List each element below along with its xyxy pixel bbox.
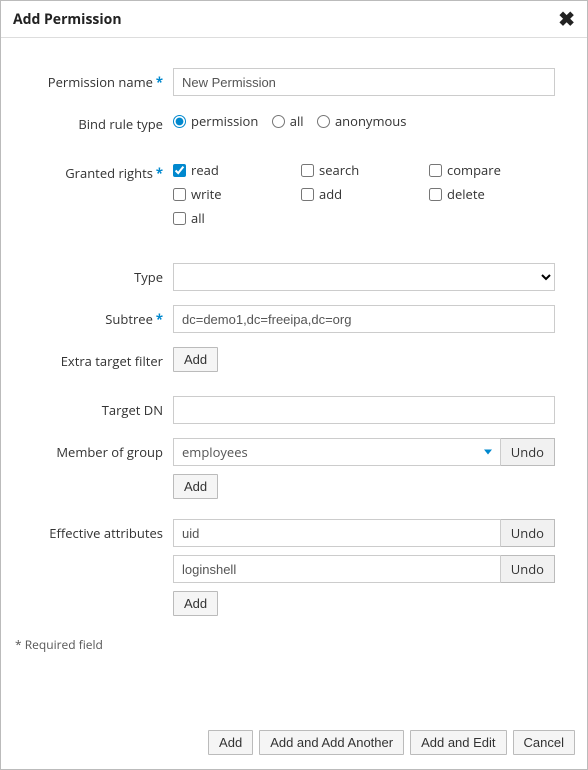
checkbox-read-input[interactable] — [173, 164, 186, 177]
radio-anonymous[interactable]: anonymous — [317, 112, 407, 130]
dialog-body: Permission name* Bind rule type permissi… — [1, 38, 587, 720]
radio-all-label: all — [290, 112, 304, 130]
member-of-group-add-button[interactable]: Add — [173, 474, 218, 499]
subtree-input[interactable] — [173, 305, 555, 333]
checkbox-add-input[interactable] — [301, 188, 314, 201]
checkbox-add-label: add — [319, 185, 342, 203]
row-permission-name: Permission name* — [13, 68, 575, 96]
permission-name-input[interactable] — [173, 68, 555, 96]
target-dn-input[interactable] — [173, 396, 555, 424]
radio-anonymous-label: anonymous — [335, 112, 407, 130]
extra-target-filter-add-button[interactable]: Add — [173, 347, 218, 372]
row-bind-rule-type: Bind rule type permission all anonymous — [13, 110, 575, 133]
row-effective-attributes: Effective attributes Undo Undo Add — [13, 519, 575, 616]
label-granted-rights: Granted rights* — [13, 159, 173, 227]
row-granted-rights: Granted rights* read search compare — [13, 159, 575, 227]
checkbox-write[interactable]: write — [173, 185, 297, 203]
close-icon[interactable]: ✖ — [558, 9, 575, 29]
label-member-of-group: Member of group — [13, 438, 173, 499]
label-permission-name-text: Permission name — [48, 73, 153, 91]
label-bind-rule-type: Bind rule type — [13, 110, 173, 133]
member-of-group-value: employees — [182, 443, 248, 461]
radio-anonymous-input[interactable] — [317, 115, 330, 128]
label-permission-name: Permission name* — [13, 68, 173, 96]
radio-all-input[interactable] — [272, 115, 285, 128]
radio-all[interactable]: all — [272, 112, 304, 130]
checkbox-add[interactable]: add — [301, 185, 425, 203]
type-select[interactable] — [173, 263, 555, 291]
checkbox-compare[interactable]: compare — [429, 161, 553, 179]
effective-attr-undo-0[interactable]: Undo — [501, 519, 555, 547]
label-target-dn: Target DN — [13, 396, 173, 424]
checkbox-read-label: read — [191, 161, 219, 179]
label-subtree-text: Subtree — [105, 310, 153, 328]
checkbox-write-label: write — [191, 185, 222, 203]
cancel-button[interactable]: Cancel — [513, 730, 575, 755]
add-and-edit-button[interactable]: Add and Edit — [410, 730, 506, 755]
label-type: Type — [13, 263, 173, 291]
checkbox-search-label: search — [319, 161, 359, 179]
effective-attr-undo-1[interactable]: Undo — [501, 555, 555, 583]
row-type: Type — [13, 263, 575, 291]
radio-permission[interactable]: permission — [173, 112, 258, 130]
label-effective-attributes: Effective attributes — [13, 519, 173, 616]
member-of-group-combo[interactable]: employees — [173, 438, 501, 466]
add-permission-dialog: Add Permission ✖ Permission name* Bind r… — [0, 0, 588, 770]
checkbox-read[interactable]: read — [173, 161, 297, 179]
checkbox-search[interactable]: search — [301, 161, 425, 179]
add-button[interactable]: Add — [208, 730, 253, 755]
radio-permission-input[interactable] — [173, 115, 186, 128]
effective-attr-add-button[interactable]: Add — [173, 591, 218, 616]
checkbox-delete[interactable]: delete — [429, 185, 553, 203]
checkbox-write-input[interactable] — [173, 188, 186, 201]
label-granted-rights-text: Granted rights — [65, 164, 153, 182]
dialog-header: Add Permission ✖ — [1, 1, 587, 38]
checkbox-all-input[interactable] — [173, 212, 186, 225]
label-subtree: Subtree* — [13, 305, 173, 333]
dialog-title: Add Permission — [13, 10, 122, 29]
row-member-of-group: Member of group employees Undo Add — [13, 438, 575, 499]
required-marker: * — [156, 310, 163, 328]
checkbox-search-input[interactable] — [301, 164, 314, 177]
member-of-group-undo-button[interactable]: Undo — [501, 438, 555, 466]
label-extra-target-filter: Extra target filter — [13, 347, 173, 372]
checkbox-compare-input[interactable] — [429, 164, 442, 177]
chevron-down-icon — [484, 450, 492, 455]
effective-attr-input-0[interactable] — [173, 519, 501, 547]
radio-permission-label: permission — [191, 112, 258, 130]
checkbox-delete-input[interactable] — [429, 188, 442, 201]
checkbox-compare-label: compare — [447, 161, 501, 179]
checkbox-delete-label: delete — [447, 185, 485, 203]
checkbox-all-label: all — [191, 209, 205, 227]
effective-attr-input-1[interactable] — [173, 555, 501, 583]
dialog-footer: Add Add and Add Another Add and Edit Can… — [1, 720, 587, 769]
row-extra-target-filter: Extra target filter Add — [13, 347, 575, 372]
checkbox-all[interactable]: all — [173, 209, 297, 227]
required-field-note: * Required field — [13, 630, 575, 659]
row-target-dn: Target DN — [13, 396, 575, 424]
row-subtree: Subtree* — [13, 305, 575, 333]
add-and-add-another-button[interactable]: Add and Add Another — [259, 730, 404, 755]
required-marker: * — [156, 73, 163, 91]
required-marker: * — [156, 164, 163, 182]
